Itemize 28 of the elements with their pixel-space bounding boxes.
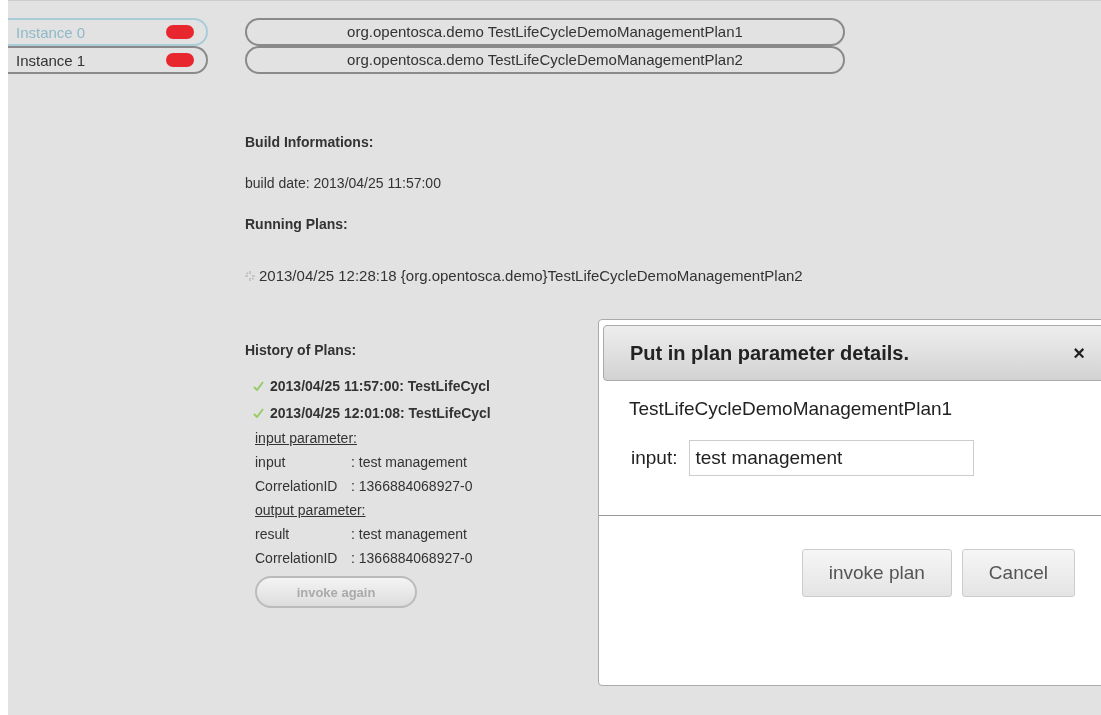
- parameter-name: CorrelationID: [255, 477, 338, 496]
- invoke-plan-button[interactable]: invoke plan: [801, 549, 952, 597]
- dialog-title: Put in plan parameter details.: [630, 341, 909, 365]
- parameter-heading: input parameter:: [255, 429, 357, 448]
- build-date: build date: 2013/04/25 11:57:00: [245, 175, 441, 191]
- parameter-value: : test management: [351, 453, 467, 472]
- close-button[interactable]: ×: [1073, 341, 1085, 365]
- history-entry: 2013/04/25 12:01:08: TestLifeCycl: [270, 404, 491, 421]
- instance-tab[interactable]: Instance 1: [8, 46, 208, 74]
- parameter-name: input: [255, 453, 286, 472]
- field-label: input:: [631, 447, 678, 469]
- parameter-name: result: [255, 525, 290, 544]
- section-heading: Build Informations:: [245, 134, 374, 150]
- section-heading: Running Plans:: [245, 216, 348, 232]
- running-plan-entry: 2013/04/25 12:28:18 {org.opentosca.demo}TestLifeCycleDemoManagementPlan2: [259, 267, 803, 284]
- history-entry: 2013/04/25 11:57:00: TestLifeCycl: [270, 377, 490, 394]
- cancel-button[interactable]: Cancel: [961, 549, 1075, 597]
- plan-name: TestLifeCycleDemoManagementPlan1: [629, 398, 954, 420]
- parameter-heading: output parameter:: [255, 501, 366, 520]
- plan-button[interactable]: org.opentosca.demo TestLifeCycleDemoManagementPlan1: [245, 18, 845, 46]
- parameter-value: : test management: [351, 525, 467, 544]
- parameter-value: : 1366884068927-0: [351, 549, 473, 568]
- spinner-icon: [245, 270, 255, 281]
- parameter-value: : 1366884068927-0: [351, 477, 473, 496]
- section-heading: History of Plans:: [245, 342, 357, 358]
- input-field[interactable]: test management: [689, 440, 975, 476]
- plan-button[interactable]: org.opentosca.demo TestLifeCycleDemoManagementPlan2: [245, 46, 845, 74]
- parameter-name: CorrelationID: [255, 549, 338, 568]
